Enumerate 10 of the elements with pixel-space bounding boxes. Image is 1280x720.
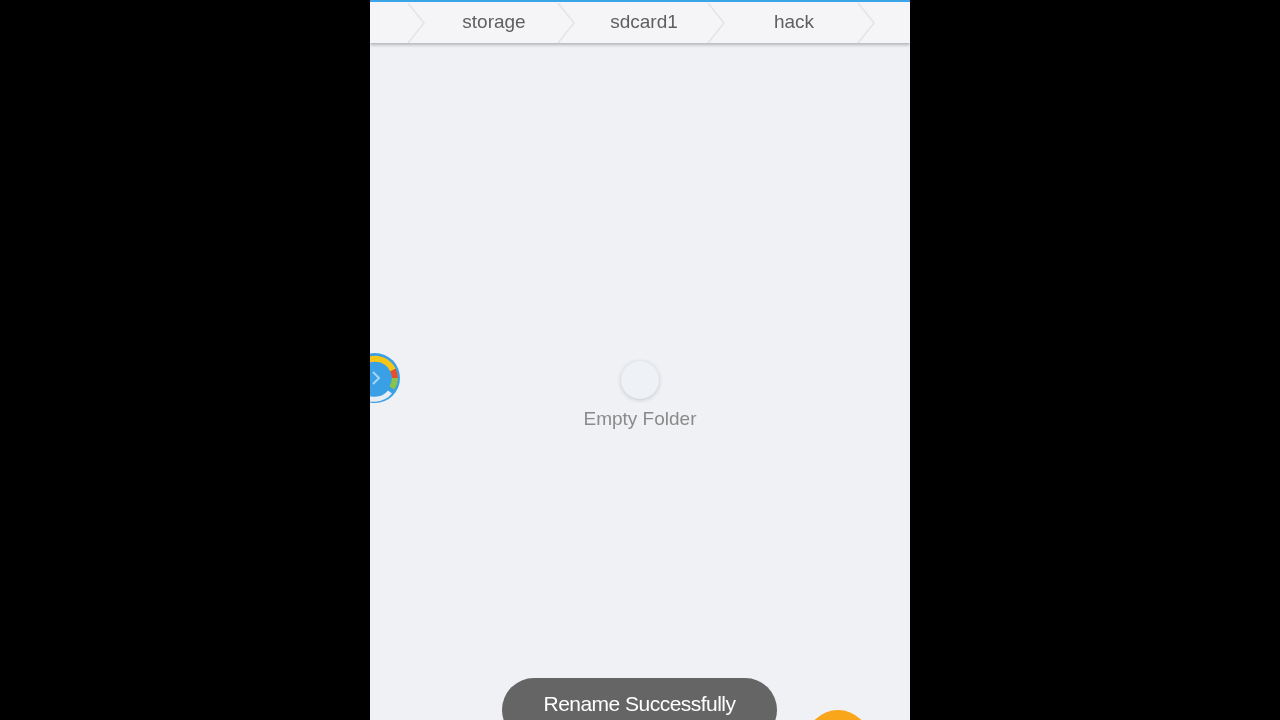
empty-folder-icon (621, 361, 659, 399)
empty-folder-message: Empty Folder (583, 407, 697, 431)
breadcrumb-item[interactable]: sdcard1 (576, 8, 706, 37)
chevron-icon (406, 2, 426, 43)
toast-message: Rename Successfully (502, 678, 777, 720)
chevron-icon (856, 2, 876, 43)
breadcrumb-item[interactable]: storage (426, 8, 556, 37)
breadcrumb-item[interactable]: hack (726, 8, 856, 37)
chevron-icon (556, 2, 576, 43)
chevron-icon (706, 2, 726, 43)
